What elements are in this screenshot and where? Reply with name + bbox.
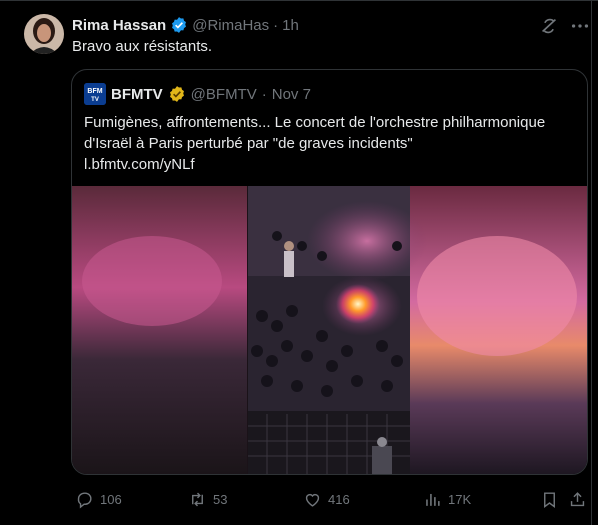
tweet-text: Bravo aux résistants.	[72, 38, 213, 55]
like-icon	[305, 493, 320, 507]
bookmark-button[interactable]	[540, 486, 559, 512]
bookmark-icon	[544, 491, 555, 508]
top-border	[0, 0, 598, 1]
quoted-date[interactable]: Nov 7	[272, 86, 311, 103]
like-button[interactable]: 416	[303, 486, 350, 512]
reply-count: 106	[100, 491, 122, 507]
views-button[interactable]: 17K	[423, 486, 471, 512]
views-count: 17K	[448, 491, 472, 507]
views-icon	[426, 493, 440, 506]
quoted-author-handle[interactable]: @BFMTV	[191, 86, 257, 103]
action-bar: 106 53 416 17K	[0, 486, 598, 512]
reply-icon	[77, 491, 92, 508]
repost-count: 53	[213, 491, 228, 507]
reply-button[interactable]: 106	[75, 486, 122, 512]
share-button[interactable]	[568, 486, 587, 512]
share-icon	[570, 491, 585, 506]
quoted-text-block: Fumigènes, affrontements... Le concert d…	[84, 112, 576, 175]
quoted-avatar[interactable]: BFM TV	[84, 83, 106, 105]
right-border	[591, 0, 592, 525]
author-name[interactable]: Rima Hassan	[72, 17, 166, 34]
author-handle[interactable]: @RimaHas	[192, 17, 269, 34]
quoted-separator: ·	[261, 85, 267, 103]
header-separator: ·	[273, 16, 279, 34]
grok-icon[interactable]	[538, 15, 560, 37]
quoted-link[interactable]: l.bfmtv.com/yNLf	[84, 154, 576, 175]
svg-text:TV: TV	[91, 97, 99, 103]
svg-text:BFM: BFM	[87, 88, 102, 95]
video-thumbnail[interactable]	[72, 186, 587, 474]
quoted-header: BFM TV BFMTV @BFMTV · Nov 7	[84, 83, 311, 105]
verified-badge-icon[interactable]	[170, 16, 188, 34]
gold-verified-icon[interactable]	[168, 85, 186, 103]
repost-icon	[192, 492, 203, 506]
repost-button[interactable]: 53	[188, 486, 227, 512]
avatar[interactable]	[24, 14, 64, 54]
tweet-time[interactable]: 1h	[282, 17, 299, 34]
tweet-header: Rima Hassan @RimaHas · 1h	[72, 15, 299, 35]
quoted-author-name[interactable]: BFMTV	[111, 86, 163, 103]
more-icon[interactable]	[569, 15, 591, 37]
quoted-text: Fumigènes, affrontements... Le concert d…	[84, 114, 546, 152]
quoted-tweet-card[interactable]: BFM TV BFMTV @BFMTV · Nov 7 Fumigènes, a…	[71, 69, 588, 475]
like-count: 416	[328, 491, 350, 507]
